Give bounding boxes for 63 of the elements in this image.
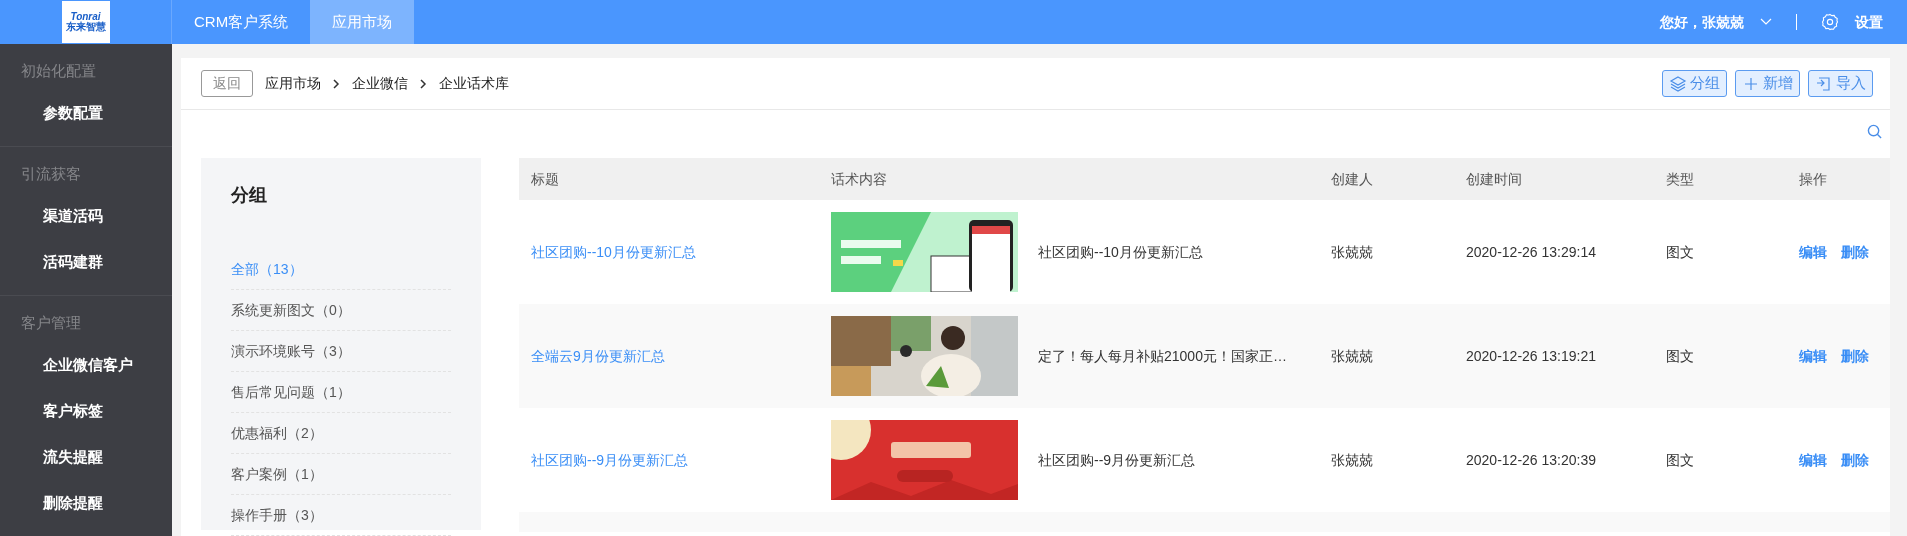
group-item[interactable]: 演示环境账号（3） [231, 331, 451, 372]
column-header: 标题 [530, 169, 560, 189]
action-link[interactable]: 删除 [1841, 451, 1869, 468]
sidebar-item[interactable]: 流失提醒 [0, 434, 172, 480]
column-header: 话术内容 [830, 169, 888, 189]
content-text: 社区团购--10月份更新汇总 [1038, 242, 1203, 262]
sidebar-section-title: 初始化配置 [20, 61, 97, 81]
toolbar-button[interactable]: 导入 [1808, 70, 1873, 97]
group-item[interactable]: 客户案例（1） [231, 454, 451, 495]
layers-icon [1669, 74, 1687, 93]
breadcrumb-item[interactable]: 企业话术库 [439, 73, 509, 94]
sidebar-item[interactable]: 企业微信客户 [0, 342, 172, 388]
caret-icon[interactable] [1760, 18, 1772, 26]
group-item[interactable]: 全部（13） [231, 249, 451, 290]
import-icon [1815, 74, 1833, 93]
sidebar-item[interactable]: 活码建群 [0, 239, 172, 285]
search-icon[interactable] [1867, 124, 1882, 139]
action-link[interactable]: 编辑 [1799, 451, 1827, 468]
table-cell-text: 2020-12-26 13:19:21 [1465, 346, 1597, 366]
column-header: 创建人 [1330, 169, 1374, 189]
column-header: 类型 [1665, 169, 1695, 189]
action-link[interactable]: 编辑 [1799, 243, 1827, 260]
logo: Tonrai 东来智慧 [61, 1, 110, 43]
toolbar-button[interactable]: 分组 [1662, 70, 1727, 97]
user-greeting[interactable]: 您好，张兢兢 [1660, 11, 1744, 33]
sidebar-section-title: 引流获客 [20, 164, 82, 184]
back-button[interactable]: 返回 [201, 70, 253, 97]
action-link[interactable]: 编辑 [1799, 347, 1827, 364]
chevron-icon [420, 78, 427, 89]
group-item[interactable]: 系统更新图文（0） [231, 290, 451, 331]
column-header: 创建时间 [1465, 169, 1523, 189]
sidebar-item[interactable]: 渠道活码 [0, 193, 172, 239]
breadcrumb-item[interactable]: 企业微信 [352, 73, 408, 94]
content-text: 定了！每人每月补贴21000元！国家正… [1038, 346, 1287, 366]
chevron-icon [333, 78, 340, 89]
settings-link[interactable]: 设置 [1855, 11, 1883, 33]
table-cell-text: 2020-12-26 13:20:39 [1465, 450, 1597, 470]
content-text: 社区团购--9月份更新汇总 [1038, 450, 1196, 470]
table-cell-text: 张兢兢 [1330, 242, 1374, 262]
action-link[interactable]: 删除 [1841, 243, 1869, 260]
nav-tab[interactable]: 应用市场 [310, 0, 415, 44]
breadcrumb-item[interactable]: 应用市场 [265, 73, 321, 94]
sidebar-item[interactable]: 删除提醒 [0, 480, 172, 526]
sidebar-item[interactable]: 客户标签 [0, 388, 172, 434]
table-cell-text: 图文 [1665, 450, 1695, 470]
action-link[interactable]: 删除 [1841, 347, 1869, 364]
title-link[interactable]: 社区团购--9月份更新汇总 [519, 449, 819, 471]
sidebar-item[interactable]: 参数配置 [0, 90, 172, 136]
group-item[interactable]: 优惠福利（2） [231, 413, 451, 454]
group-item[interactable]: 售后常见问题（1） [231, 372, 451, 413]
panel-title: 分组 [231, 184, 268, 207]
sidebar-section-title: 客户管理 [20, 313, 82, 333]
table-cell-text: 2020-12-26 13:29:14 [1465, 242, 1597, 262]
group-item[interactable]: 操作手册（3） [231, 495, 451, 536]
title-link[interactable]: 全端云9月份更新汇总 [519, 345, 819, 367]
column-header: 操作 [1798, 169, 1828, 189]
table-cell-text: 图文 [1665, 346, 1695, 366]
settings-icon[interactable] [1821, 13, 1839, 31]
table-cell-text: 图文 [1665, 242, 1695, 262]
title-link[interactable]: 社区团购--10月份更新汇总 [519, 241, 819, 263]
table-cell-text: 张兢兢 [1330, 450, 1374, 470]
toolbar-button[interactable]: 新增 [1735, 70, 1800, 97]
table-cell-text: 张兢兢 [1330, 346, 1374, 366]
